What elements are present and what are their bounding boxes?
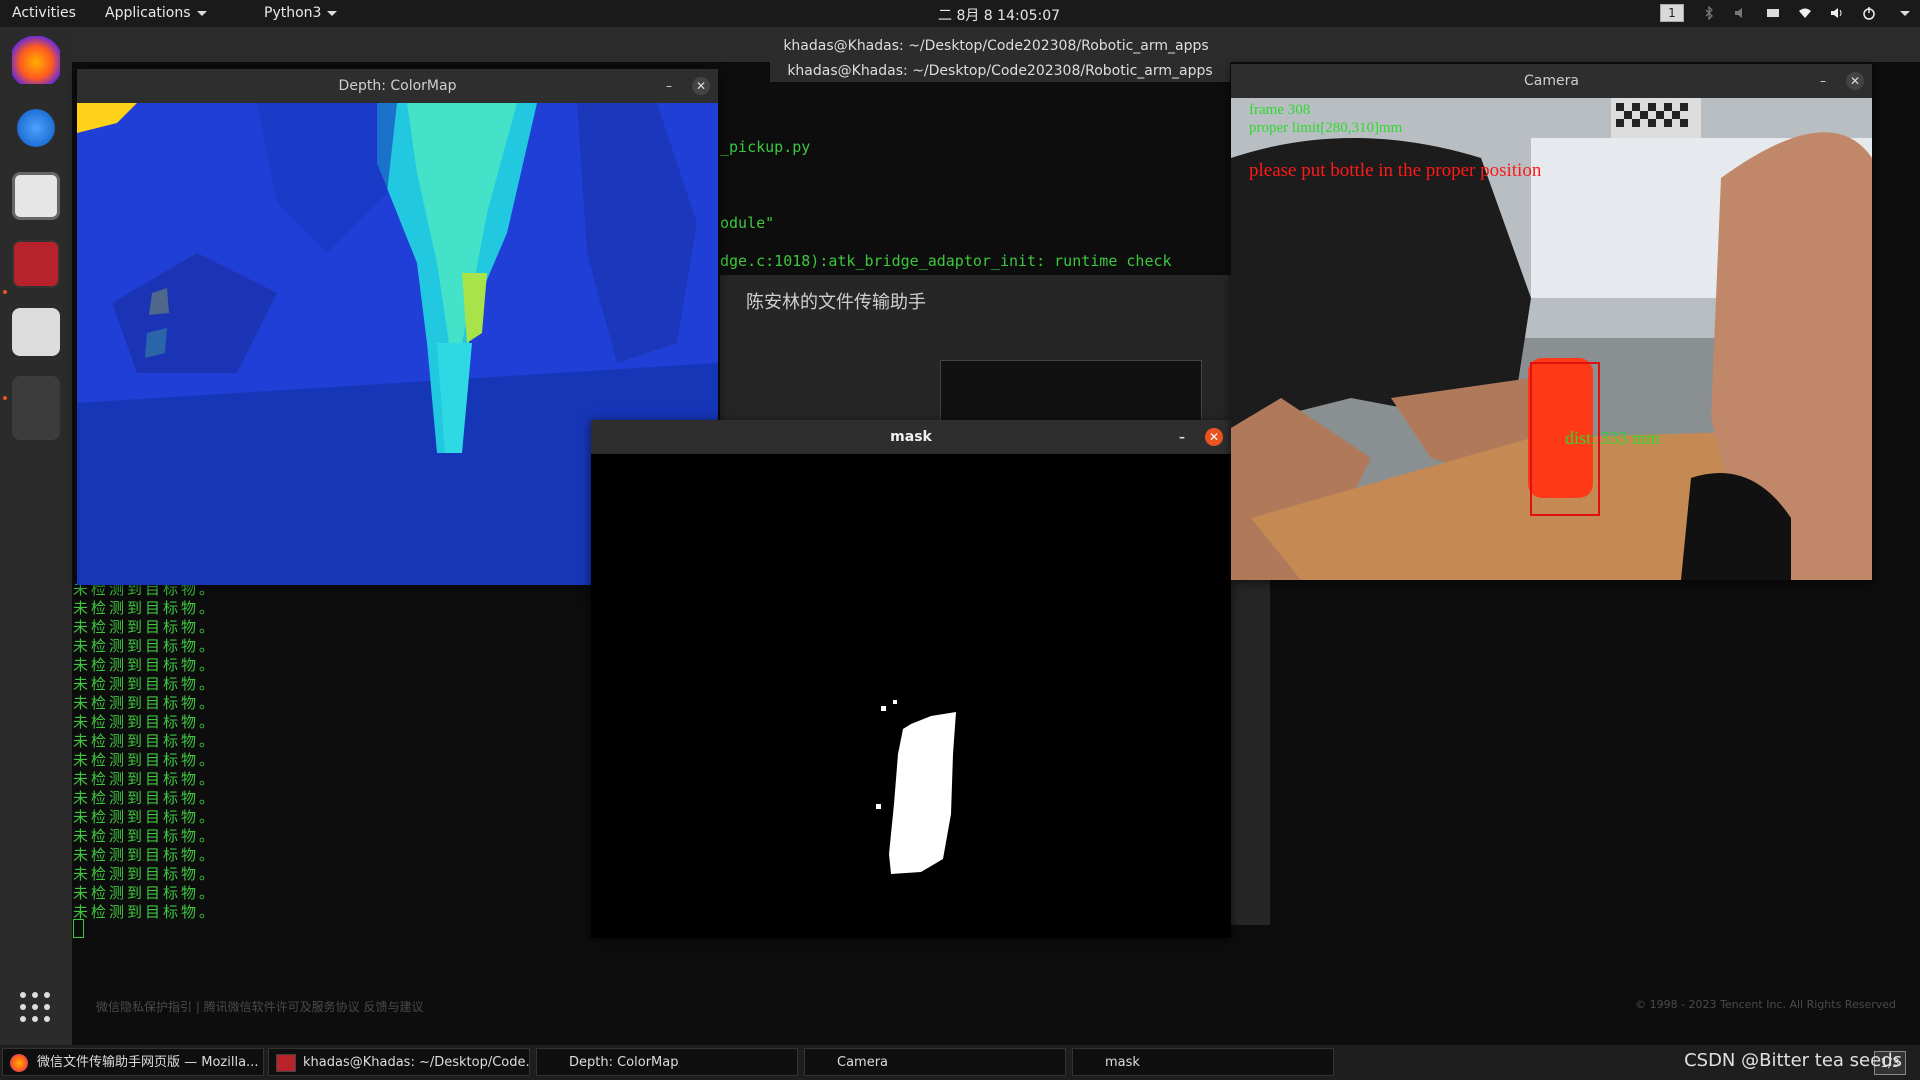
taskbar-label: Camera [837, 1055, 889, 1070]
show-applications-icon[interactable] [18, 990, 52, 1024]
robot-app-icon[interactable] [12, 308, 60, 356]
taskbar-item-camera[interactable]: Camera [804, 1048, 1066, 1076]
terminal-line: 未检测到目标物。 [73, 675, 218, 693]
terminal-line: 未检测到目标物。 [73, 846, 218, 864]
depth-window-titlebar[interactable]: Depth: ColorMap – ✕ [77, 69, 718, 103]
camera-window[interactable]: Camera – ✕ frame 308 proper limit[280,31… [1231, 64, 1872, 580]
app-menu-label: Python3 [264, 5, 322, 21]
terminal-app-icon[interactable] [12, 240, 60, 288]
terminal-line: 未检测到目标物。 [73, 751, 218, 769]
minimize-button[interactable]: – [660, 77, 678, 95]
workspace-indicator[interactable]: 1 [1660, 4, 1684, 22]
terminal-line: 未检测到目标物。 [73, 694, 218, 712]
taskbar: 微信文件传输助手网页版 — Mozilla... khadas@Khadas: … [0, 1045, 1920, 1080]
taskbar-item-depth[interactable]: Depth: ColorMap [536, 1048, 798, 1076]
terminal-line: 未检测到目标物。 [73, 789, 218, 807]
camera-feed: frame 308 proper limit[280,310]mm please… [1231, 98, 1872, 580]
mask-window[interactable]: mask – ✕ [591, 420, 1231, 938]
thunderbird-icon[interactable] [12, 104, 60, 152]
minimize-button[interactable]: – [1814, 72, 1832, 90]
applications-label: Applications [105, 5, 191, 21]
terminal-line: 未检测到目标物。 [73, 770, 218, 788]
chat-image-thumbnail[interactable] [940, 360, 1202, 422]
close-button[interactable]: ✕ [1205, 428, 1223, 446]
terminal-line: 未检测到目标物。 [73, 865, 218, 883]
terminal-line: odule" [720, 214, 775, 232]
terminal-line: dge.c:1018):atk_bridge_adaptor_init: run… [720, 252, 1172, 270]
terminal-line: 未检测到目标物。 [73, 599, 218, 617]
chevron-down-icon [327, 10, 338, 16]
distance-text: dist: 333 mm [1565, 428, 1661, 448]
mask-window-titlebar[interactable]: mask – ✕ [591, 420, 1231, 454]
running-indicator [3, 396, 7, 400]
top-bar: Activities Applications Python3 二 8月 8 1… [0, 0, 1920, 27]
app-menu[interactable]: Python3 [264, 5, 338, 21]
terminal-tab-title: khadas@Khadas: ~/Desktop/Code202308/Robo… [770, 60, 1230, 101]
warning-text: please put bottle in the proper position [1249, 160, 1542, 181]
mask-image [591, 454, 1231, 938]
close-button[interactable]: ✕ [1846, 72, 1864, 90]
frame-counter: frame 308 [1249, 102, 1311, 118]
taskbar-label: mask [1105, 1055, 1140, 1070]
taskbar-label: khadas@Khadas: ~/Desktop/Code... [303, 1055, 530, 1070]
proper-limit-text: proper limit[280,310]mm [1249, 120, 1403, 136]
dock [0, 27, 72, 1045]
taskbar-label: Depth: ColorMap [569, 1055, 679, 1070]
terminal-title: khadas@Khadas: ~/Desktop/Code202308/Robo… [72, 30, 1920, 62]
wechat-chat-title: 陈安林的文件传输助手 [746, 292, 926, 313]
wifi-icon[interactable] [1798, 6, 1812, 20]
system-tray: 1 [1660, 4, 1910, 22]
chevron-down-icon [196, 10, 207, 16]
terminal-line: 未检测到目标物。 [73, 637, 218, 655]
terminal-small-icon [276, 1054, 296, 1072]
terminal-line: 未检测到目标物。 [73, 656, 218, 674]
terminal-line: _pickup.py [720, 138, 811, 156]
taskbar-item-mask[interactable]: mask [1072, 1048, 1334, 1076]
camera-window-title: Camera [1524, 73, 1579, 89]
wechat-copyright: © 1998 - 2023 Tencent Inc. All Rights Re… [1635, 998, 1896, 1011]
minimize-button[interactable]: – [1173, 428, 1191, 446]
camera-window-titlebar[interactable]: Camera – ✕ [1231, 64, 1872, 98]
terminal-line: 未检测到目标物。 [73, 732, 218, 750]
csdn-watermark: CSDN @Bitter tea seeds [1684, 1050, 1902, 1071]
volume-icon[interactable] [1830, 6, 1844, 20]
taskbar-item-terminal[interactable]: khadas@Khadas: ~/Desktop/Code... [268, 1048, 530, 1076]
activities-button[interactable]: Activities [12, 5, 76, 21]
terminal-line: 未检测到目标物。 [73, 903, 218, 921]
applications-menu[interactable]: Applications [105, 5, 207, 21]
wechat-footer-links[interactable]: 微信隐私保护指引 | 腾讯微信软件许可及服务协议 反馈与建议 [96, 998, 424, 1015]
firefox-icon[interactable] [12, 36, 60, 84]
depth-window-title: Depth: ColorMap [338, 78, 457, 94]
terminal-cursor [73, 919, 84, 938]
running-indicator [3, 290, 7, 294]
tray-caret[interactable] [1900, 10, 1910, 16]
terminal-line: 未检测到目标物。 [73, 713, 218, 731]
taskbar-item-firefox[interactable]: 微信文件传输助手网页版 — Mozilla... [2, 1048, 264, 1076]
firefox-small-icon [10, 1054, 28, 1072]
mask-window-title: mask [890, 429, 932, 445]
taskbar-label: 微信文件传输助手网页版 — Mozilla... [37, 1055, 259, 1070]
terminal-line: 未检测到目标物。 [73, 808, 218, 826]
power-icon[interactable] [1862, 6, 1876, 20]
files-icon[interactable] [12, 172, 60, 220]
terminal-line: 未检测到目标物。 [73, 827, 218, 845]
keyboard-icon[interactable] [1766, 6, 1780, 20]
close-button[interactable]: ✕ [692, 77, 710, 95]
active-app-slot[interactable] [12, 376, 60, 440]
volume-muted-icon[interactable] [1734, 6, 1748, 20]
bluetooth-icon[interactable] [1702, 6, 1716, 20]
clock[interactable]: 二 8月 8 14:05:07 [938, 5, 1060, 25]
terminal-line: 未检测到目标物。 [73, 618, 218, 636]
terminal-line: 未检测到目标物。 [73, 884, 218, 902]
